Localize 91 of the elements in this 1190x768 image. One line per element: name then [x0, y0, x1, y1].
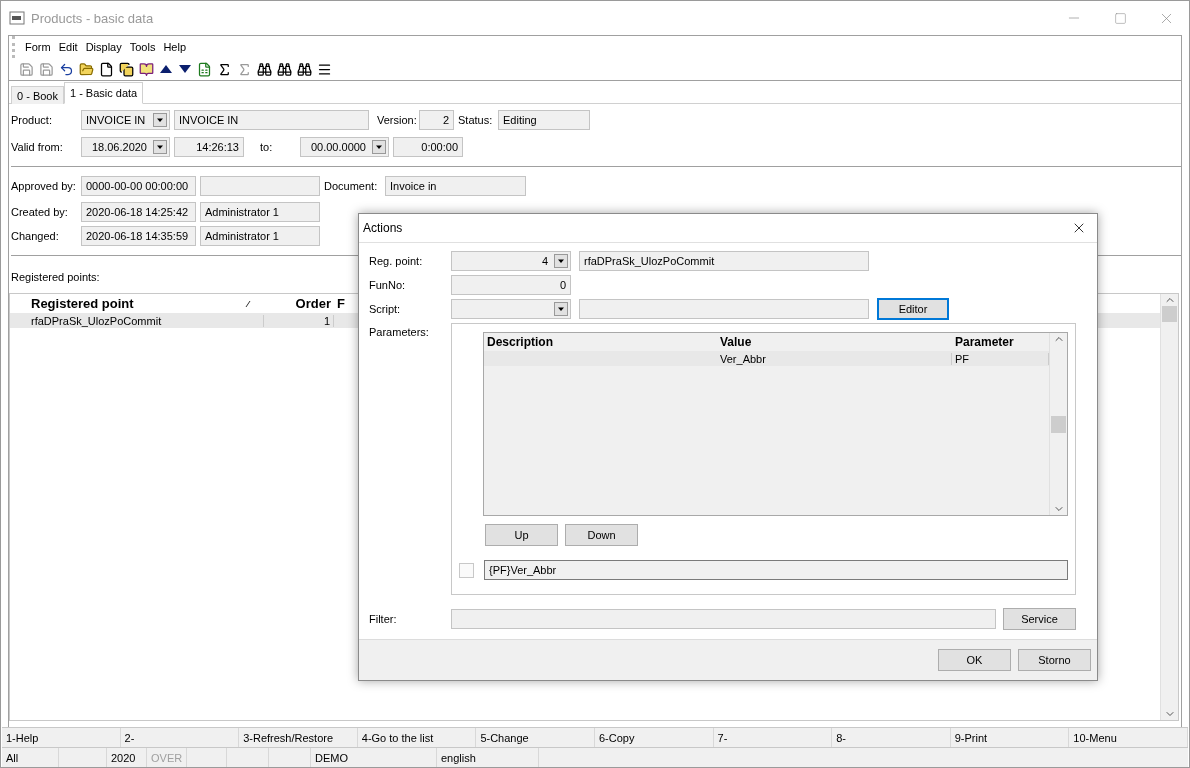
field-label: Version:	[377, 114, 415, 126]
undo-icon[interactable]	[59, 61, 74, 77]
table-cell: rfaDPraSk_UlozPoCommit	[28, 314, 264, 327]
caret-icon[interactable]	[554, 302, 568, 316]
user-field[interactable]: Administrator 1	[200, 226, 320, 246]
field-label: Document:	[324, 180, 379, 192]
user-field[interactable]: Administrator 1	[200, 202, 320, 222]
binoculars-icon[interactable]	[297, 61, 312, 77]
time-field[interactable]: 14:26:13	[174, 137, 244, 157]
fun-no-field[interactable]: 0	[451, 275, 571, 295]
copy-icon[interactable]	[119, 61, 134, 77]
cancel-button[interactable]: Storno	[1018, 649, 1091, 671]
script-name-field[interactable]	[579, 299, 869, 319]
service-button[interactable]: Service	[1003, 608, 1076, 630]
new-document-icon[interactable]	[99, 61, 114, 77]
table-cell: Ver_Abbr	[717, 352, 952, 365]
column-header: Registered point	[30, 296, 135, 311]
status-text: DEMO	[311, 748, 437, 767]
date-field[interactable]: 0000-00-00 00:00:00	[81, 176, 196, 196]
app-icon	[9, 10, 25, 26]
product-code-field[interactable]: INVOICE IN	[81, 110, 170, 130]
section-label: Registered points:	[11, 271, 101, 283]
scrollbar[interactable]	[1160, 294, 1178, 720]
caret-icon[interactable]	[554, 254, 568, 268]
scroll-thumb[interactable]	[1162, 306, 1177, 322]
field-label: Created by:	[11, 206, 69, 218]
menu-item[interactable]: Edit	[54, 41, 82, 53]
scrollbar[interactable]	[1049, 333, 1067, 515]
product-name-field[interactable]: INVOICE IN	[174, 110, 369, 130]
field-label: Reg. point:	[369, 255, 424, 267]
status-text: All	[2, 748, 59, 767]
editor-button[interactable]: Editor	[877, 298, 949, 320]
field-label: Approved by:	[11, 180, 77, 192]
menu-item[interactable]: Tools	[125, 41, 160, 53]
user-field[interactable]	[200, 176, 320, 196]
menu-item[interactable]: Form	[21, 41, 55, 53]
dialog-title: Actions	[363, 221, 404, 235]
date-field[interactable]: 18.06.2020	[81, 137, 170, 157]
date-field[interactable]: 2020-06-18 14:35:59	[81, 226, 196, 246]
move-button[interactable]: Down	[565, 524, 638, 546]
folder-icon[interactable]	[79, 61, 94, 77]
status-text: OVER	[147, 748, 187, 767]
status-text: english	[437, 748, 539, 767]
field-label: Script:	[369, 303, 402, 315]
menu-item[interactable]: Display	[81, 41, 126, 53]
reg-point-field[interactable]: 4	[451, 251, 571, 271]
field-label: Parameters:	[369, 325, 430, 340]
script-field[interactable]	[451, 299, 571, 319]
column-header: Description	[486, 335, 554, 349]
field-label: FunNo:	[369, 279, 407, 291]
menu-icon[interactable]	[317, 61, 332, 77]
move-button[interactable]: Up	[485, 524, 558, 546]
binoculars-icon[interactable]	[277, 61, 292, 77]
spreadsheet-icon[interactable]	[197, 61, 212, 77]
version-field[interactable]: 2	[419, 110, 454, 130]
reg-point-name-field[interactable]: rfaDPraSk_UlozPoCommit	[579, 251, 869, 271]
caret-icon[interactable]	[153, 113, 167, 127]
expression-field[interactable]: {PF}Ver_Abbr	[484, 560, 1068, 580]
window-title: Products - basic data	[31, 10, 155, 26]
field-label: Status:	[458, 114, 494, 126]
filter-field[interactable]	[451, 609, 996, 629]
column-header: Parameter	[954, 335, 1015, 349]
search-icon[interactable]	[257, 61, 272, 77]
table-row[interactable]: Ver_Abbr PF	[484, 351, 1049, 366]
caret-icon[interactable]	[153, 140, 167, 154]
date-field[interactable]: 00.00.0000	[300, 137, 389, 157]
document-field[interactable]: Invoice in	[385, 176, 526, 196]
tab[interactable]: 1 - Basic data	[63, 82, 144, 104]
time-field[interactable]: 0:00:00	[393, 137, 463, 157]
field-label: Valid from:	[11, 141, 64, 153]
date-field[interactable]: 2020-06-18 14:25:42	[81, 202, 196, 222]
menu-item[interactable]: Help	[159, 41, 191, 53]
checkbox[interactable]	[459, 562, 474, 578]
status-field[interactable]: Editing	[498, 110, 590, 130]
sum-icon[interactable]	[217, 61, 232, 77]
caret-icon[interactable]	[372, 140, 386, 154]
book-icon[interactable]	[139, 61, 154, 77]
column-header: Order	[294, 296, 332, 311]
tab[interactable]: 0 - Book	[11, 86, 64, 104]
ok-button[interactable]: OK	[938, 649, 1011, 671]
field-label: Filter:	[369, 613, 398, 625]
status-text: 2020	[107, 748, 147, 767]
column-header: Value	[719, 335, 753, 349]
scroll-thumb[interactable]	[1051, 415, 1066, 433]
maximize-icon[interactable]	[1113, 11, 1127, 25]
field-label: to:	[260, 141, 274, 153]
field-label: Changed:	[11, 230, 60, 242]
sort-icon	[244, 298, 252, 309]
table-cell: 1	[264, 314, 334, 327]
column-header: F	[336, 296, 346, 311]
field-label: Product:	[11, 114, 53, 126]
